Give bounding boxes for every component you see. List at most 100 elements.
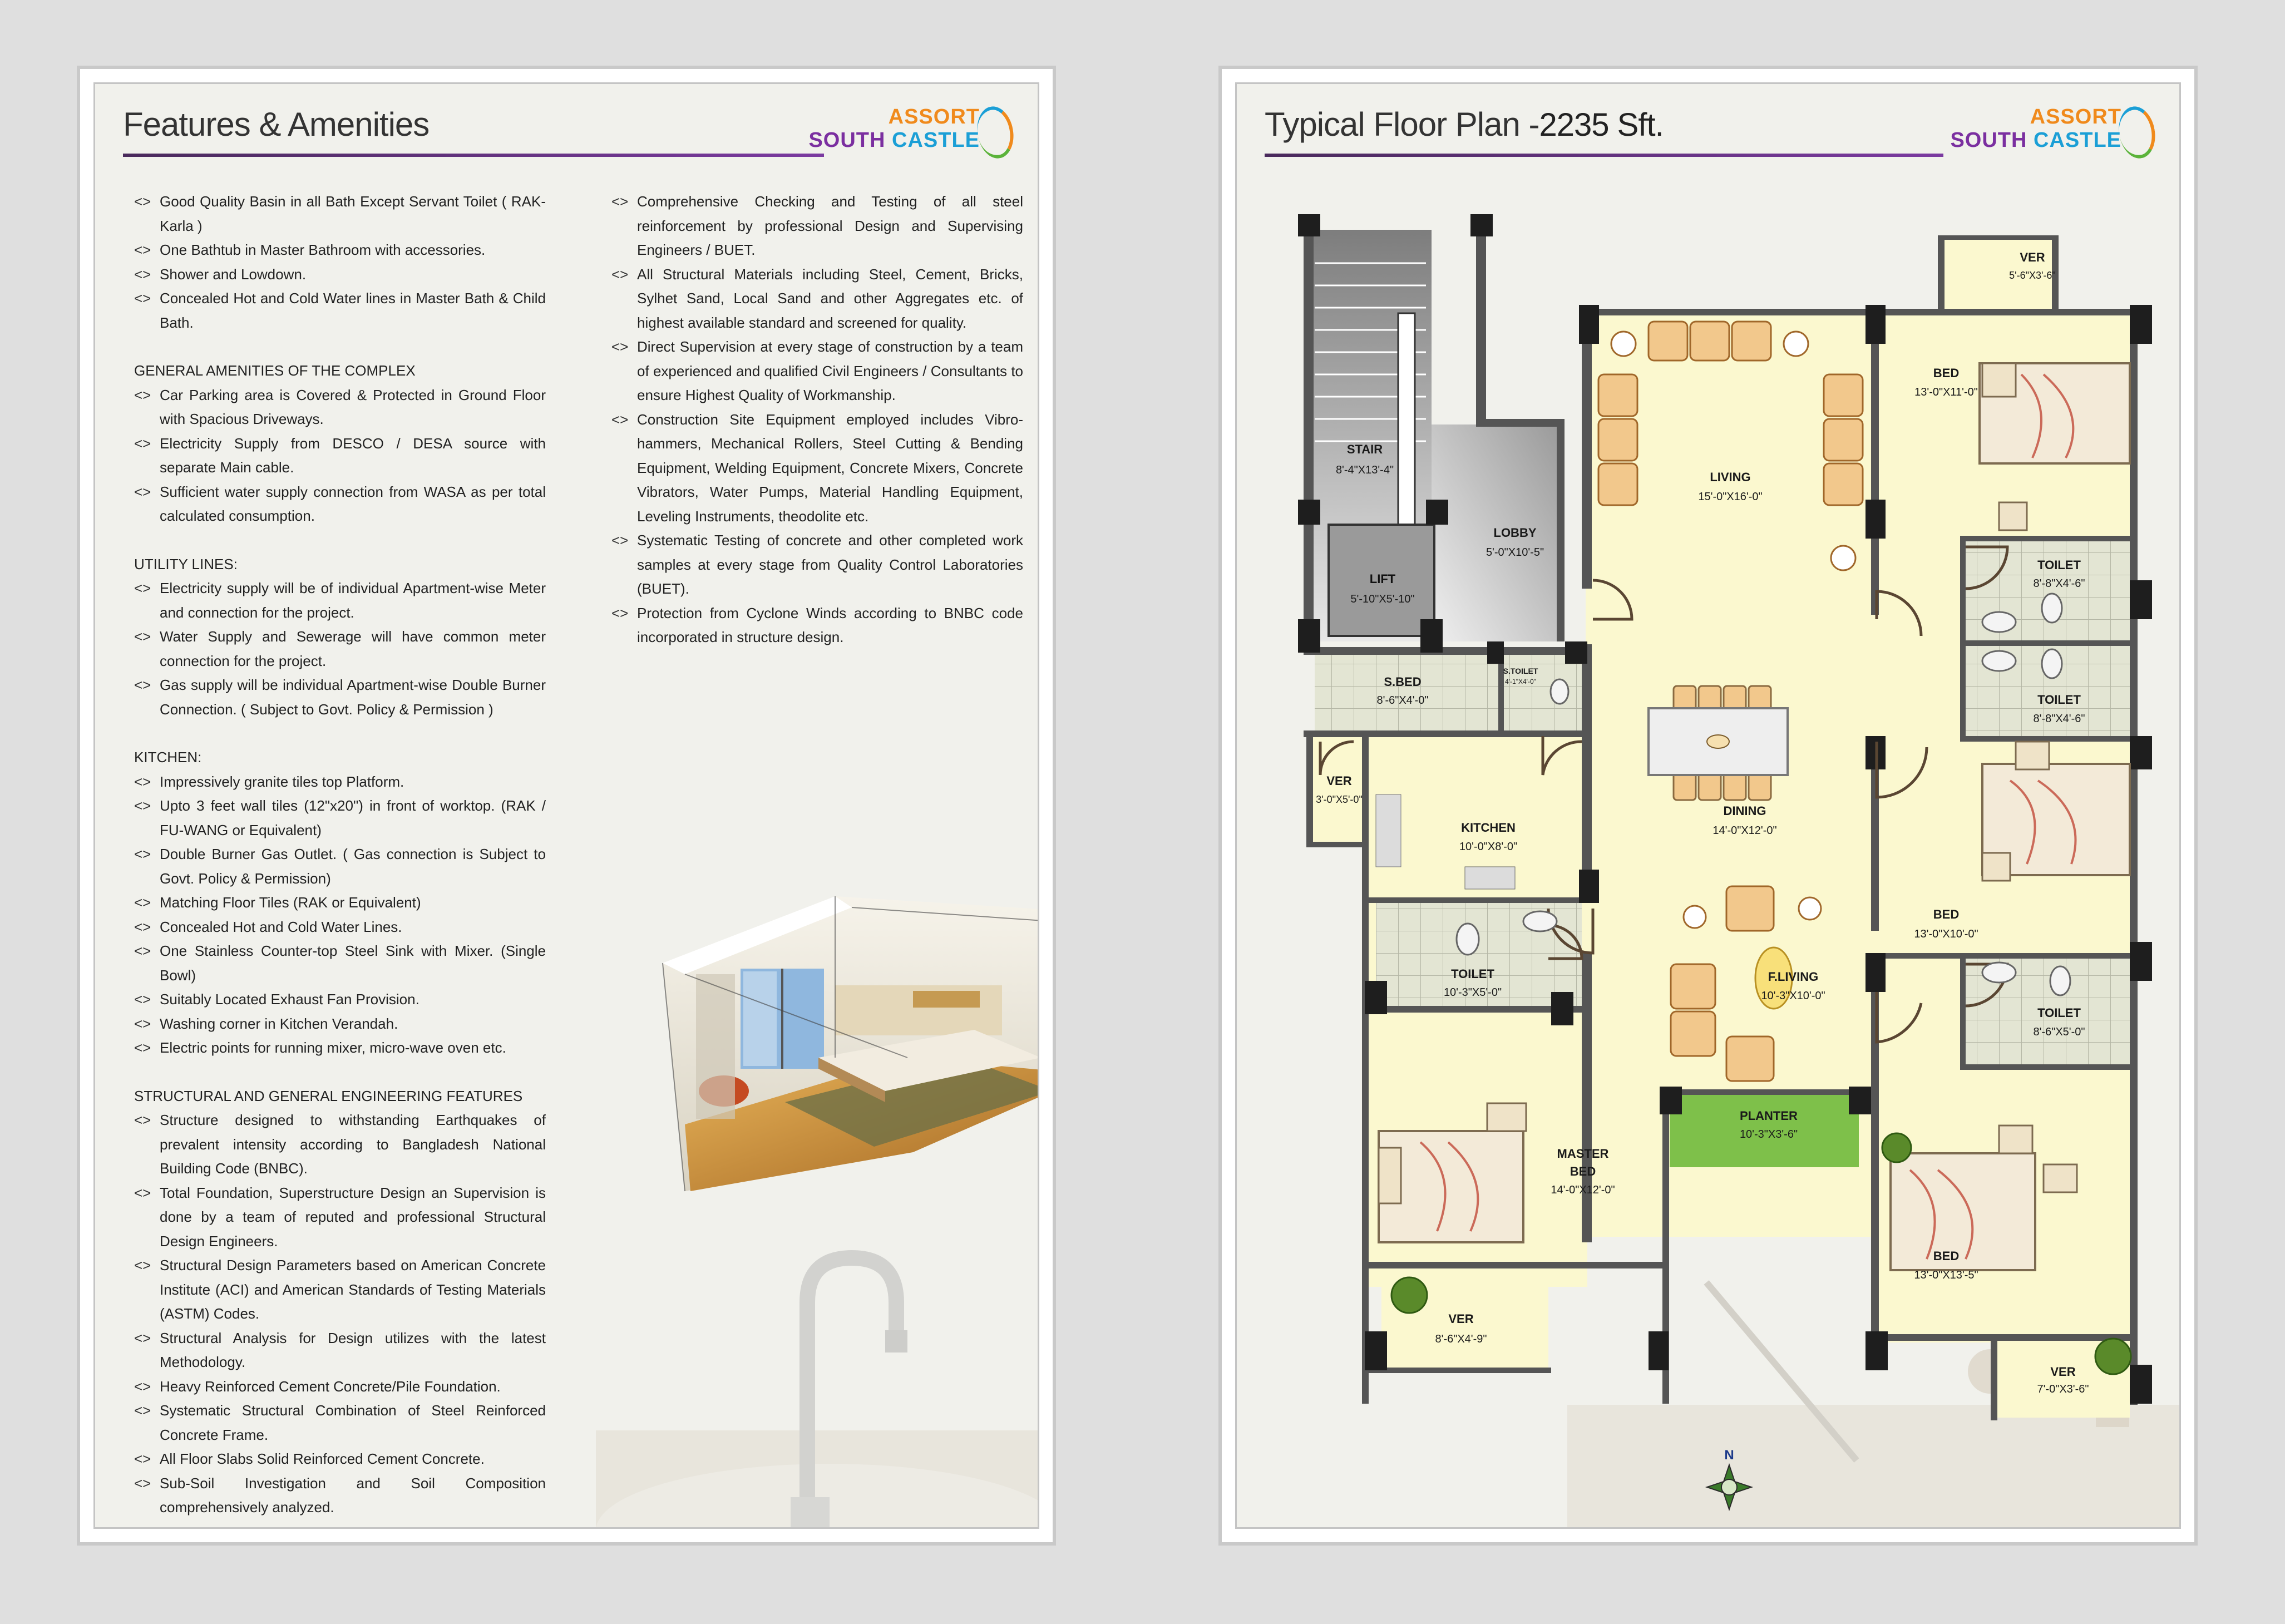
feature-text: Systematic Structural Combination of Ste… — [160, 1402, 546, 1443]
feature-text: Electric points for running mixer, micro… — [160, 1039, 506, 1056]
right-page-inner: Typical Floor Plan -2235 Sft. ASSORT SOU… — [1235, 82, 2181, 1529]
feature-item: <> Concealed Hot and Cold Water lines in … — [134, 287, 546, 335]
feature-item: <> Car Parking area is Covered & Protecte… — [134, 383, 546, 432]
right-page: Typical Floor Plan -2235 Sft. ASSORT SOU… — [1218, 66, 2198, 1546]
bullet-icon: <> — [611, 604, 629, 621]
interior-sketch-illustration — [662, 896, 1038, 1192]
bullet-icon: <> — [134, 918, 151, 935]
lift-label: LIFT — [1370, 572, 1396, 586]
bullet-icon: <> — [134, 1402, 151, 1419]
compass-north-label: N — [1724, 1448, 1734, 1463]
bullet-icon: <> — [611, 532, 629, 549]
faucet-background-image — [596, 1250, 1038, 1527]
toilet-r1-dim: 8'-8"X4'-6" — [2034, 577, 2085, 590]
kitchen-dim: 10'-0"X8'-0" — [1459, 841, 1517, 853]
feature-item: <> Water Supply and Sewerage will have co… — [134, 625, 546, 673]
toilet-left-label: TOILET — [1451, 967, 1494, 981]
feature-item: <> Upto 3 feet wall tiles (12"x20") in fr… — [134, 794, 546, 842]
feature-item: <> Double Burner Gas Outlet. ( Gas connec… — [134, 842, 546, 891]
bullet-icon: <> — [134, 894, 151, 911]
left-page: Features & Amenities ASSORT SOUTH CASTLE… — [77, 66, 1056, 1546]
bullet-icon: <> — [134, 942, 151, 959]
feature-text: All Floor Slabs Solid Reinforced Cement … — [160, 1450, 485, 1467]
feature-text: Matching Floor Tiles (RAK or Equivalent) — [160, 894, 421, 911]
planter-label: PLANTER — [1740, 1109, 1798, 1123]
section-heading: KITCHEN: — [134, 749, 202, 766]
feature-text: Double Burner Gas Outlet. ( Gas connecti… — [160, 846, 546, 887]
stair-dim: 8'-4"X13'-4" — [1336, 464, 1394, 476]
feature-text: Suitably Located Exhaust Fan Provision. — [160, 991, 420, 1008]
feature-text: Comprehensive Checking and Testing of al… — [637, 193, 1023, 258]
bullet-icon: <> — [134, 1039, 151, 1056]
feature-item: <> One Stainless Counter-top Steel Sink w… — [134, 939, 546, 988]
feature-text: Systematic Testing of concrete and other… — [637, 532, 1023, 597]
bullet-icon: <> — [611, 265, 629, 283]
feature-text: Sub-Soil Investigation and Soil Composit… — [160, 1474, 546, 1516]
feature-text: Washing corner in Kitchen Verandah. — [160, 1015, 398, 1032]
section-heading: UTILITY LINES: — [134, 555, 238, 572]
bullet-icon: <> — [134, 1184, 151, 1201]
feature-text: Electricity Supply from DESCO / DESA sou… — [160, 435, 546, 476]
feature-item: <> Electricity supply will be of individu… — [134, 576, 546, 625]
bullet-icon: <> — [134, 1329, 151, 1346]
feature-item: <> Sufficient water supply connection fro… — [134, 480, 546, 529]
stair-label: STAIR — [1347, 442, 1383, 456]
bullet-icon: <> — [134, 1450, 151, 1467]
feature-item: <> Matching Floor Tiles (RAK or Equivalen… — [134, 891, 546, 915]
feature-item: <> Washing corner in Kitchen Verandah. — [134, 1012, 546, 1036]
lobby-dim: 5'-0"X10'-5" — [1486, 546, 1544, 559]
ver-bottom-right-dim: 7'-0"X3'-6" — [2037, 1383, 2089, 1395]
feature-text: Concealed Hot and Cold Water lines in Ma… — [160, 290, 546, 331]
bed2-label: BED — [1933, 907, 1959, 921]
ver-top-dim: 5'-6"X3'-6" — [2009, 270, 2056, 281]
feature-item: <> Electric points for running mixer, mic… — [134, 1036, 546, 1060]
feature-item: <> Direct Supervision at every stage of c… — [611, 335, 1023, 408]
bullet-icon: <> — [134, 1474, 151, 1492]
dining-label: DINING — [1724, 804, 1766, 818]
feature-item: <> All Floor Slabs Solid Reinforced Cemen… — [134, 1447, 546, 1472]
bed3-dim: 13'-0"X13'-5" — [1914, 1269, 1978, 1281]
bullet-icon: <> — [134, 1257, 151, 1273]
feature-text: Total Foundation, Superstructure Design … — [160, 1184, 546, 1250]
feature-text: Concealed Hot and Cold Water Lines. — [160, 918, 402, 935]
feature-item: <> Systematic Structural Combination of S… — [134, 1399, 546, 1447]
feature-item: <> Electricity Supply from DESCO / DESA s… — [134, 432, 546, 480]
bullet-icon: <> — [134, 677, 151, 693]
stoilet-label: S.TOILET — [1503, 667, 1538, 675]
ver-bottom-left-label: VER — [1448, 1312, 1473, 1326]
feature-item: <> Concealed Hot and Cold Water Lines. — [134, 915, 546, 940]
ver-top-label: VER — [2020, 250, 2045, 264]
toilet-r2-dim: 8'-8"X4'-6" — [2034, 713, 2085, 725]
toilet-r1-label: TOILET — [2037, 558, 2081, 572]
bullet-icon: <> — [134, 991, 151, 1008]
bullet-icon: <> — [134, 265, 151, 283]
bullet-icon: <> — [134, 773, 151, 790]
master-bed-dim: 14'-0"X12'-0" — [1551, 1184, 1615, 1196]
feature-text: All Structural Materials including Steel… — [637, 265, 1023, 331]
toilet-r2-label: TOILET — [2037, 693, 2081, 707]
feature-item: <> All Structural Materials including Ste… — [611, 263, 1023, 335]
section-heading: STRUCTURAL AND GENERAL ENGINEERING FEATU… — [134, 1087, 523, 1104]
feature-item: <> Protection from Cyclone Winds accordin… — [611, 601, 1023, 650]
logo-text-top: ASSORT — [888, 105, 980, 129]
feature-text: Upto 3 feet wall tiles (12"x20") in fron… — [160, 797, 546, 838]
logo-arc-icon — [973, 103, 1018, 161]
fliving-label: F.LIVING — [1768, 970, 1818, 984]
living-label: LIVING — [1710, 470, 1750, 484]
feature-item: <> Total Foundation, Superstructure Desig… — [134, 1181, 546, 1254]
feature-text: Shower and Lowdown. — [160, 265, 307, 283]
feature-text: Construction Site Equipment employed inc… — [637, 411, 1023, 525]
bullet-icon: <> — [611, 338, 629, 355]
feature-text: Car Parking area is Covered & Protected … — [160, 386, 546, 428]
toilet-r3-label: TOILET — [2037, 1006, 2081, 1020]
feature-text: Sufficient water supply connection from … — [160, 483, 546, 525]
bullet-icon: <> — [134, 193, 151, 210]
bullet-icon: <> — [134, 1015, 151, 1032]
features-column-2: <> Comprehensive Checking and Testing of … — [611, 190, 1023, 650]
bed1-label: BED — [1933, 366, 1959, 380]
feature-item: <> Structural Analysis for Design utilize… — [134, 1326, 546, 1375]
feature-item: <> Gas supply will be individual Apartmen… — [134, 673, 546, 722]
feature-text: Structure designed to withstanding Earth… — [160, 1112, 546, 1177]
fliving-dim: 10'-3"X10'-0" — [1761, 990, 1825, 1002]
master-bed-label-2: BED — [1570, 1164, 1596, 1178]
